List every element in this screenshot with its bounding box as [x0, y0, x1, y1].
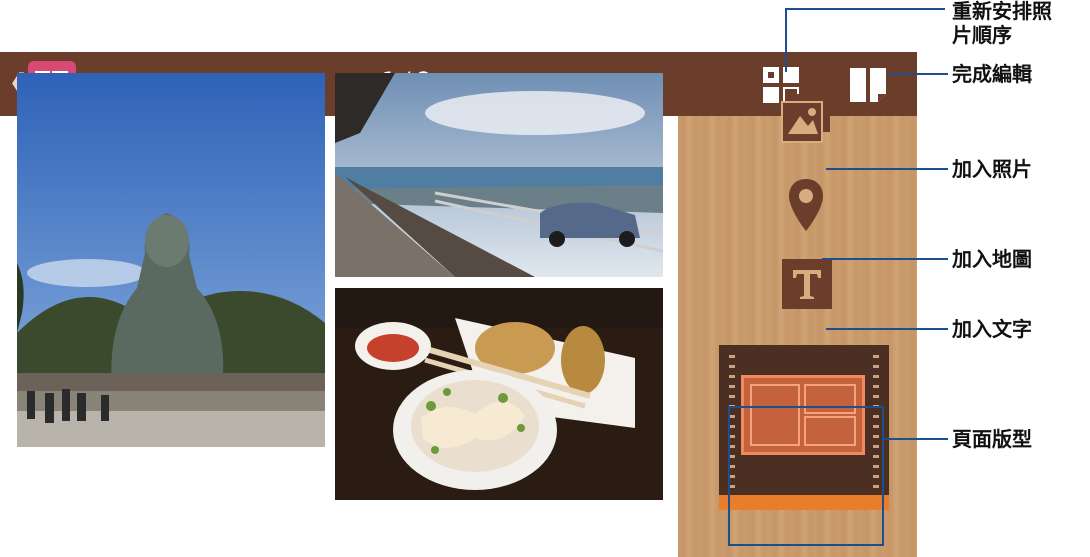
- callout-rearrange-line1: 重新安排照: [952, 0, 1052, 23]
- layout-template-icon: [741, 375, 865, 455]
- callout-line-add-map: [822, 258, 948, 260]
- layout-cell-bottom-right: [804, 416, 856, 446]
- buddha-statue-photo[interactable]: [17, 73, 325, 447]
- text-t-icon: [782, 259, 832, 309]
- page-layout-picker[interactable]: [719, 345, 889, 510]
- finish-editing-button[interactable]: [848, 66, 888, 104]
- callout-line-add-photo: [826, 168, 948, 170]
- callout-line-layout-bottom: [728, 544, 883, 546]
- callout-page-layout: 頁面版型: [952, 427, 1032, 451]
- callout-line-add-text: [826, 328, 948, 330]
- callout-add-text: 加入文字: [952, 317, 1032, 341]
- image-stack-icon: [781, 94, 830, 143]
- callout-line-layout-right: [882, 406, 884, 546]
- map-pin-icon: [789, 179, 823, 231]
- add-map-button[interactable]: [787, 177, 825, 233]
- add-text-button[interactable]: [781, 258, 833, 310]
- train-station-coast-photo[interactable]: [335, 73, 663, 277]
- callout-line-rearrange-horizontal: [785, 8, 945, 10]
- udon-tempura-photo[interactable]: [335, 288, 663, 500]
- callout-line-rearrange-vertical: [785, 8, 787, 72]
- callout-line-layout-left: [728, 406, 730, 546]
- callout-finish-editing: 完成編輯: [952, 62, 1032, 86]
- callout-line-layout-top: [728, 406, 883, 408]
- callout-add-photo: 加入照片: [952, 157, 1032, 181]
- callout-line-finish: [888, 73, 948, 75]
- callout-add-map: 加入地圖: [952, 247, 1032, 271]
- callout-line-layout: [884, 438, 948, 440]
- callout-rearrange-line2: 片順序: [952, 23, 1012, 47]
- book-finish-icon: [850, 68, 886, 102]
- layout-cell-left: [750, 384, 800, 446]
- layout-cell-top-right: [804, 384, 856, 414]
- add-photo-button[interactable]: [780, 92, 832, 144]
